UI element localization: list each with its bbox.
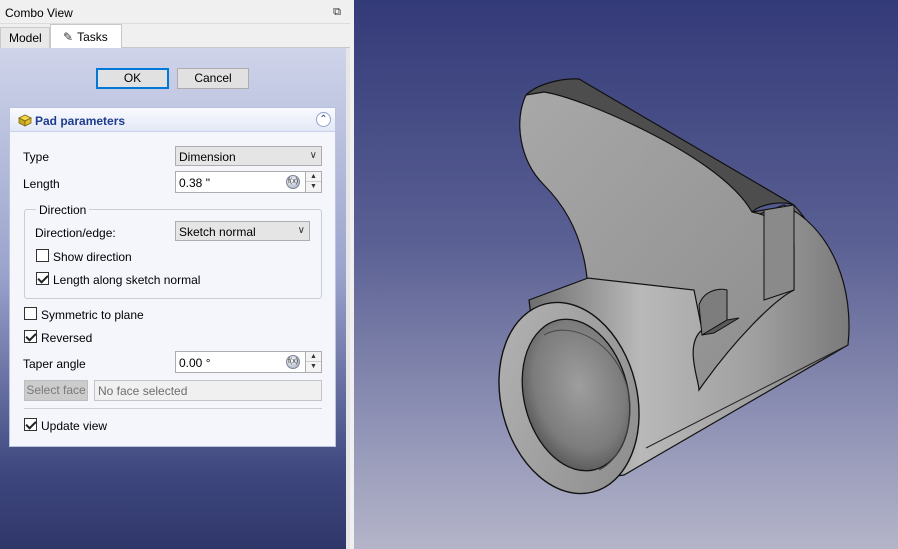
- tab-tasks[interactable]: ✎ Tasks: [50, 24, 122, 49]
- symmetric-checkbox[interactable]: [24, 307, 37, 320]
- update-view-checkbox[interactable]: [24, 418, 37, 431]
- tab-model[interactable]: Model: [0, 27, 50, 48]
- direction-edge-select[interactable]: Sketch normal ∨: [175, 221, 310, 241]
- combo-view: Combo View ⧉ Model ✎ Tasks OK Cancel Pad …: [0, 0, 350, 549]
- tab-tasks-label: Tasks: [77, 30, 108, 44]
- expression-icon[interactable]: f(x): [286, 355, 300, 369]
- type-select-value: Dimension: [179, 150, 236, 164]
- step-up-icon[interactable]: ▲: [306, 172, 321, 182]
- pad-parameters-title: Pad parameters: [35, 114, 126, 128]
- task-panel-scroll-edge: [346, 48, 350, 549]
- direction-edge-label: Direction/edge:: [35, 226, 116, 240]
- show-direction-checkbox[interactable]: [36, 249, 49, 262]
- chevron-down-icon: ∨: [297, 225, 305, 236]
- direction-edge-value: Sketch normal: [179, 225, 256, 239]
- length-spinbox[interactable]: 0.38 " f(x) ▲ ▼: [175, 171, 322, 193]
- pad-icon: [18, 114, 32, 127]
- direction-group-title: Direction: [36, 203, 90, 217]
- reversed-checkbox[interactable]: [24, 330, 37, 343]
- combo-view-title: Combo View: [5, 6, 73, 20]
- pencil-icon: ✎: [63, 30, 74, 44]
- step-up-icon[interactable]: ▲: [306, 352, 321, 362]
- length-label: Length: [23, 177, 60, 191]
- taper-angle-spinbox[interactable]: 0.00 ° f(x) ▲ ▼: [175, 351, 322, 373]
- face-field: No face selected: [94, 380, 322, 401]
- length-along-normal-checkbox[interactable]: [36, 272, 49, 285]
- length-along-normal-label: Length along sketch normal: [53, 273, 201, 287]
- length-value: 0.38 ": [179, 176, 210, 190]
- separator: [24, 408, 322, 409]
- show-direction-label: Show direction: [53, 250, 132, 264]
- type-select[interactable]: Dimension ∨: [175, 146, 322, 166]
- chevron-down-icon: ∨: [309, 150, 317, 161]
- ok-button[interactable]: OK: [96, 68, 169, 89]
- symmetric-label: Symmetric to plane: [41, 308, 144, 322]
- select-face-button[interactable]: Select face: [24, 380, 88, 401]
- float-window-icon[interactable]: ⧉: [330, 5, 344, 19]
- type-label: Type: [23, 150, 50, 164]
- plate-recess: [763, 204, 795, 301]
- reversed-label: Reversed: [41, 331, 93, 345]
- 3d-model[interactable]: [354, 0, 898, 549]
- expression-icon[interactable]: f(x): [286, 175, 300, 189]
- face-field-value: No face selected: [98, 384, 188, 398]
- combo-view-titlebar: Combo View ⧉: [0, 0, 350, 24]
- cancel-button[interactable]: Cancel: [177, 68, 249, 89]
- length-stepper[interactable]: ▲ ▼: [305, 172, 321, 192]
- pad-parameters-header[interactable]: Pad parameters ⌃: [10, 108, 335, 132]
- taper-angle-label: Taper angle: [23, 357, 86, 371]
- update-view-label: Update view: [41, 419, 108, 433]
- 3d-view[interactable]: [354, 0, 898, 549]
- step-down-icon[interactable]: ▼: [306, 362, 321, 372]
- taper-angle-stepper[interactable]: ▲ ▼: [305, 352, 321, 372]
- step-down-icon[interactable]: ▼: [306, 182, 321, 192]
- taper-angle-value: 0.00 °: [179, 356, 211, 370]
- collapse-icon[interactable]: ⌃: [316, 112, 331, 127]
- tab-model-label: Model: [9, 31, 42, 45]
- combo-view-tabs: Model ✎ Tasks: [0, 24, 350, 49]
